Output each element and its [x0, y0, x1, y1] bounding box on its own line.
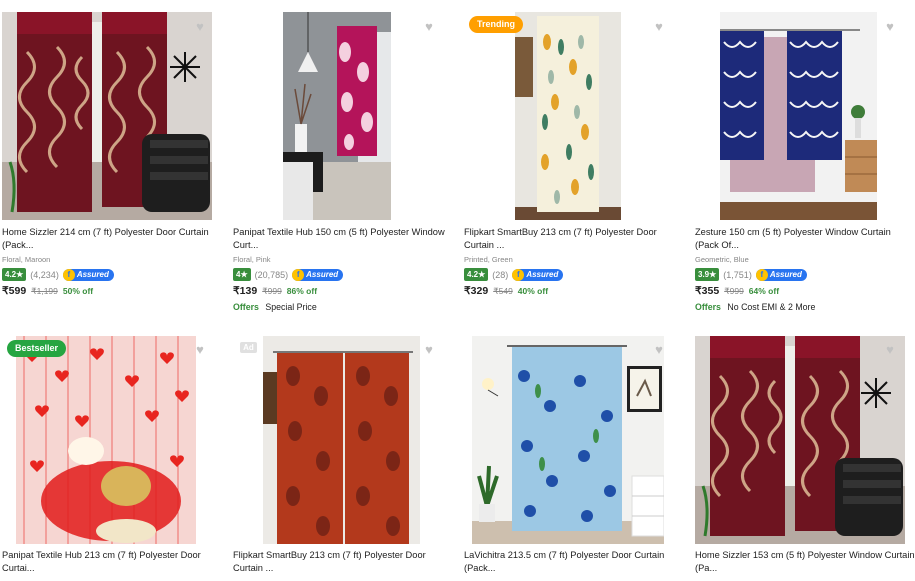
product-subtitle: Floral, Maroon	[2, 255, 51, 264]
mrp: ₹999	[724, 286, 744, 296]
offers-row: Offers No Cost EMI & 2 More	[695, 302, 815, 312]
product-title[interactable]: Panipat Textile Hub 213 cm (7 ft) Polyes…	[2, 549, 222, 574]
review-count: (20,785)	[254, 269, 289, 280]
heart-icon[interactable]: ♥	[421, 342, 437, 358]
rating-badge: 4★	[233, 268, 251, 281]
discount: 64% off	[748, 286, 780, 296]
heart-icon[interactable]: ♥	[421, 19, 437, 35]
rating-badge: 4.2★	[464, 268, 489, 281]
price-row: ₹139 ₹999 86% off	[233, 285, 317, 297]
product-subtitle: Geometric, Blue	[695, 255, 749, 264]
offers-row: Offers Special Price	[233, 302, 317, 312]
offers-label: Offers	[233, 302, 259, 312]
product-subtitle: Floral, Pink	[233, 255, 271, 264]
rating-row: 3.9★ (1,751) f Assured	[695, 268, 807, 281]
review-count: (28)	[492, 269, 509, 280]
heart-icon[interactable]: ♥	[651, 342, 667, 358]
price: ₹139	[233, 285, 258, 297]
mrp: ₹999	[262, 286, 282, 296]
discount: 40% off	[517, 286, 549, 296]
product-title[interactable]: LaVichitra 213.5 cm (7 ft) Polyester Doo…	[464, 549, 684, 574]
product-image[interactable]	[283, 12, 391, 220]
price-row: ₹355 ₹999 64% off	[695, 285, 779, 297]
product-image[interactable]	[695, 336, 905, 544]
rating-row: 4★ (20,785) f Assured	[233, 268, 344, 281]
heart-icon[interactable]: ♥	[882, 342, 898, 358]
product-title[interactable]: Panipat Textile Hub 150 cm (5 ft) Polyes…	[233, 226, 453, 251]
product-image[interactable]	[16, 336, 196, 544]
product-image[interactable]	[515, 12, 621, 220]
discount: 50% off	[62, 286, 94, 296]
product-title[interactable]: Zesture 150 cm (5 ft) Polyester Window C…	[695, 226, 915, 251]
product-grid: ♥ Home Sizzler 214 cm (7 ft) Polyester D…	[0, 0, 915, 581]
flipkart-assured-icon: f Assured	[292, 268, 344, 281]
price: ₹329	[464, 285, 489, 297]
heart-icon[interactable]: ♥	[651, 19, 667, 35]
review-count: (4,234)	[30, 269, 59, 280]
discount: 86% off	[286, 286, 318, 296]
mrp: ₹549	[493, 286, 513, 296]
product-title[interactable]: Home Sizzler 214 cm (7 ft) Polyester Doo…	[2, 226, 222, 251]
trending-badge: Trending	[469, 16, 523, 33]
heart-icon[interactable]: ♥	[192, 19, 208, 35]
offers-label: Offers	[695, 302, 721, 312]
product-subtitle: Printed, Green	[464, 255, 513, 264]
price: ₹355	[695, 285, 720, 297]
heart-icon[interactable]: ♥	[192, 342, 208, 358]
heart-icon[interactable]: ♥	[882, 19, 898, 35]
product-image[interactable]	[2, 12, 212, 220]
rating-row: 4.2★ (28) f Assured	[464, 268, 564, 281]
product-image[interactable]	[472, 336, 664, 544]
offers-text: No Cost EMI & 2 More	[727, 302, 816, 312]
ad-badge: Ad	[240, 342, 257, 353]
flipkart-assured-icon: f Assured	[755, 268, 807, 281]
rating-badge: 4.2★	[2, 268, 27, 281]
product-image[interactable]	[720, 12, 877, 220]
product-title[interactable]: Flipkart SmartBuy 213 cm (7 ft) Polyeste…	[233, 549, 453, 574]
product-title[interactable]: Flipkart SmartBuy 213 cm (7 ft) Polyeste…	[464, 226, 684, 251]
flipkart-assured-icon: f Assured	[62, 268, 114, 281]
product-title[interactable]: Home Sizzler 153 cm (5 ft) Polyester Win…	[695, 549, 915, 574]
offers-text: Special Price	[265, 302, 317, 312]
mrp: ₹1,199	[31, 286, 58, 296]
bestseller-badge: Bestseller	[7, 340, 67, 357]
rating-row: 4.2★ (4,234) f Assured	[2, 268, 114, 281]
price-row: ₹599 ₹1,199 50% off	[2, 285, 93, 297]
product-image[interactable]	[263, 336, 420, 544]
flipkart-assured-icon: f Assured	[512, 268, 564, 281]
price: ₹599	[2, 285, 27, 297]
rating-badge: 3.9★	[695, 268, 720, 281]
price-row: ₹329 ₹549 40% off	[464, 285, 548, 297]
review-count: (1,751)	[723, 269, 752, 280]
